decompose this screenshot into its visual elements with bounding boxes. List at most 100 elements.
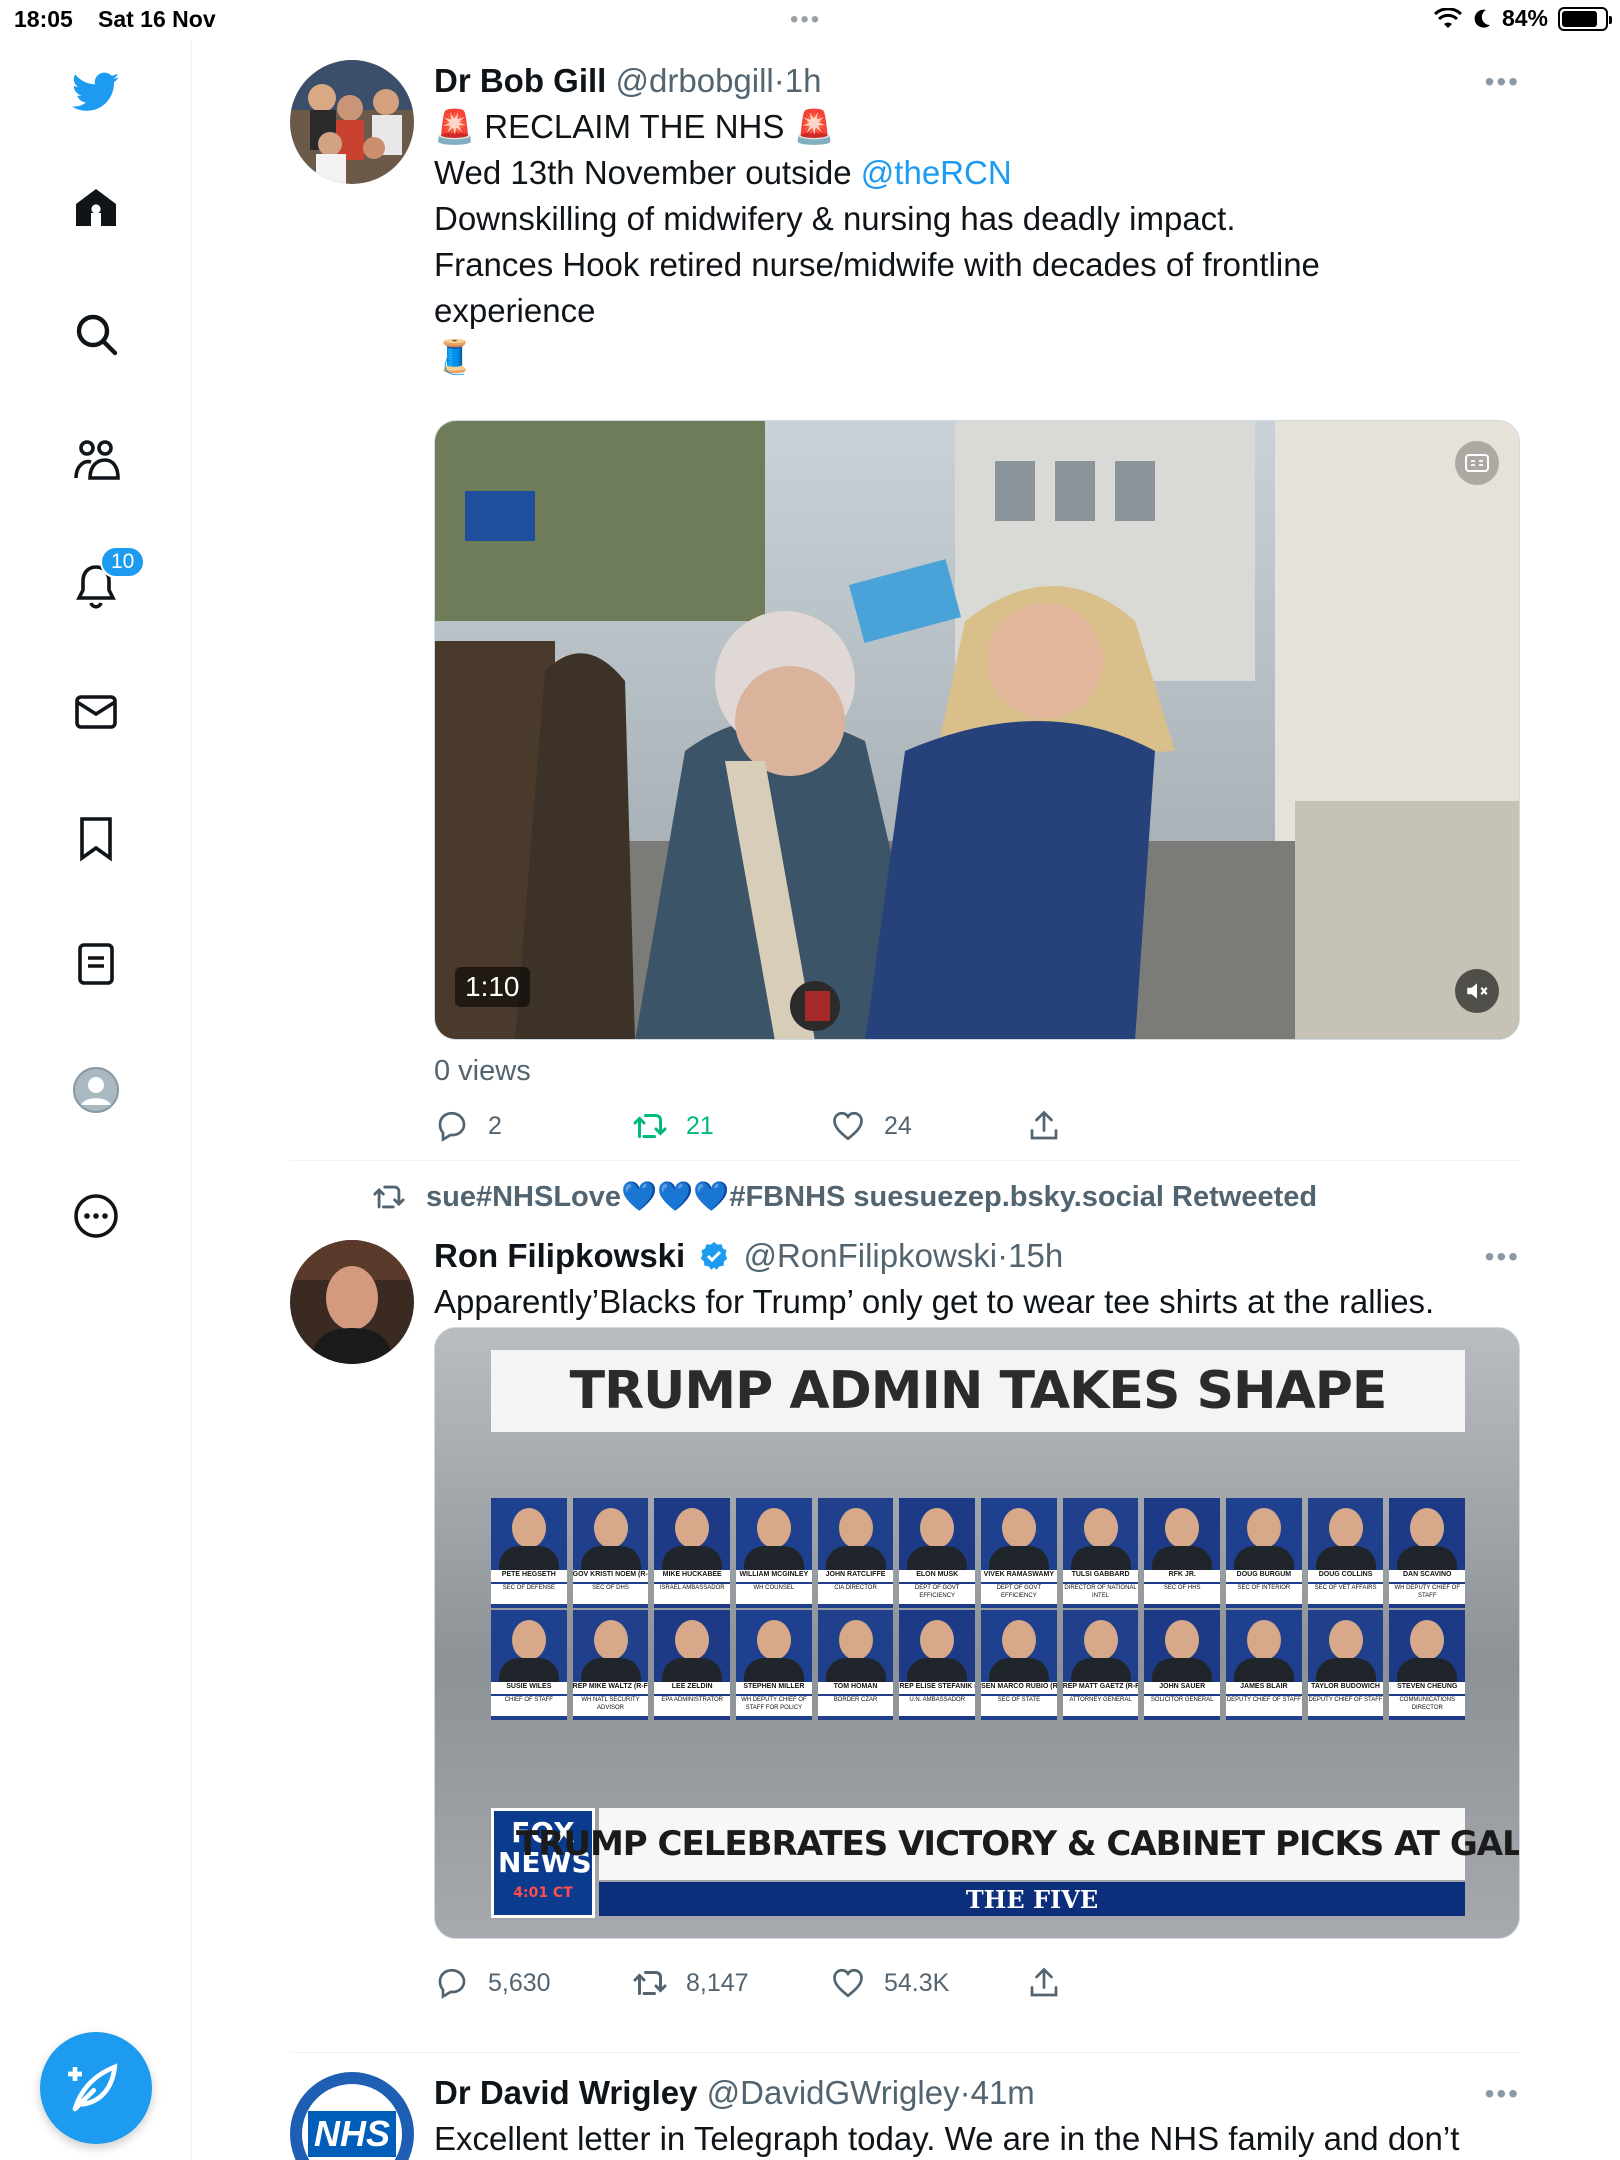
retweet-button[interactable]: 21 — [632, 1108, 714, 1144]
author-name[interactable]: Ron Filipkowski — [434, 1237, 685, 1274]
portrait-name: TOM HOMAN — [817, 1682, 894, 1694]
tweet-more-icon[interactable]: ••• — [1485, 1241, 1520, 1273]
cabinet-portrait: REP MIKE WALTZ (R-FL) WH NATL SECURITY AD… — [572, 1610, 649, 1720]
reply-button[interactable]: 5,630 — [434, 1965, 551, 2001]
portrait-face — [920, 1620, 955, 1660]
profile-avatar-icon[interactable] — [66, 1060, 126, 1120]
notifications-icon[interactable]: 10 — [66, 546, 146, 616]
avatar[interactable]: NHS — [290, 2072, 414, 2160]
messages-icon[interactable] — [66, 682, 126, 742]
portrait-face — [511, 1508, 546, 1548]
portrait-name: TULSI GABBARD — [1062, 1570, 1139, 1582]
cabinet-portrait: LEE ZELDIN EPA ADMINISTRATOR — [654, 1610, 731, 1720]
portrait-name: PETE HEGSETH — [491, 1570, 567, 1582]
avatar[interactable] — [290, 60, 414, 184]
tweet-video[interactable]: 1:10 — [434, 420, 1520, 1040]
portrait-suit — [988, 1658, 1049, 1682]
share-button[interactable] — [1026, 1965, 1062, 2001]
portrait-role: WH NATL SECURITY ADVISOR — [572, 1696, 649, 1716]
like-button[interactable]: 24 — [830, 1108, 912, 1144]
multitasking-dots-icon[interactable]: ••• — [790, 6, 821, 34]
lower-third-banner: TRUMP CELEBRATES VICTORY & CABINET PICKS… — [516, 1808, 1519, 1880]
portrait-role: CIA DIRECTOR — [817, 1584, 894, 1604]
portrait-suit — [988, 1546, 1049, 1570]
portrait-suit — [907, 1546, 968, 1570]
retweet-button[interactable]: 8,147 — [632, 1965, 749, 2001]
author-name[interactable]: Dr David Wrigley — [434, 2074, 697, 2111]
tweet-actions: 5,630 8,147 54.3K — [434, 1965, 1134, 2005]
tweet-header: Ron Filipkowski @RonFilipkowski·15h — [434, 1235, 1520, 1277]
cabinet-portrait: WILLIAM MCGINLEY WH COUNSEL — [736, 1498, 812, 1608]
compose-tweet-button[interactable] — [40, 2032, 152, 2144]
captions-icon[interactable] — [1455, 441, 1499, 485]
portrait-suit — [662, 1658, 723, 1682]
author-handle[interactable]: @RonFilipkowski — [744, 1237, 998, 1274]
cabinet-portrait: DOUG BURGUM SEC OF INTERIOR — [1226, 1498, 1302, 1608]
share-button[interactable] — [1026, 1108, 1062, 1144]
cabinet-portrait: JOHN RATCLIFFE CIA DIRECTOR — [817, 1498, 894, 1608]
cabinet-portrait: JOHN SAUER SOLICITOR GENERAL — [1144, 1610, 1221, 1720]
retweet-icon — [373, 1185, 405, 1209]
search-icon[interactable] — [66, 304, 126, 364]
portrait-role: SEC OF DHS — [572, 1584, 649, 1604]
mention-link[interactable]: @theRCN — [861, 154, 1012, 191]
sidebar: 10 — [0, 40, 192, 2160]
heart-icon — [833, 1111, 863, 1141]
portrait-face — [675, 1620, 710, 1660]
notification-badge: 10 — [100, 546, 146, 578]
portrait-suit — [1233, 1658, 1294, 1682]
tweet-more-icon[interactable]: ••• — [1485, 2078, 1520, 2110]
portrait-suit — [1397, 1546, 1458, 1570]
communities-icon[interactable] — [66, 430, 126, 490]
like-count: 24 — [884, 1111, 912, 1140]
portrait-face — [511, 1620, 546, 1660]
portrait-suit — [580, 1658, 641, 1682]
like-button[interactable]: 54.3K — [830, 1965, 949, 2001]
retweeted-by-text[interactable]: sue#NHSLove💙💙💙#FBNHS suesuezep.bsky.soci… — [426, 1180, 1317, 1214]
portrait-name: GOV KRISTI NOEM (R-SD) — [572, 1570, 649, 1582]
moon-icon — [1474, 9, 1490, 28]
portrait-suit — [825, 1546, 886, 1570]
cabinet-portrait: PETE HEGSETH SEC OF DEFENSE — [491, 1498, 567, 1608]
retweet-count: 21 — [686, 1111, 714, 1140]
avatar[interactable] — [290, 1240, 414, 1364]
portrait-role: BORDER CZAR — [817, 1696, 894, 1716]
lists-icon[interactable] — [66, 934, 126, 994]
more-icon[interactable] — [66, 1186, 126, 1246]
tweet-more-icon[interactable]: ••• — [1485, 66, 1520, 98]
portrait-face — [1410, 1508, 1445, 1548]
portrait-suit — [1152, 1546, 1213, 1570]
portrait-role: SEC OF DEFENSE — [491, 1584, 567, 1604]
wifi-icon — [1433, 7, 1462, 28]
author-handle[interactable]: @drbobgill — [616, 62, 774, 99]
cabinet-portrait: MIKE HUCKABEE ISRAEL AMBASSADOR — [654, 1498, 731, 1608]
portrait-role: ATTORNEY GENERAL — [1062, 1696, 1139, 1716]
tweet-time[interactable]: 15h — [1008, 1237, 1063, 1274]
cabinet-portrait: STEPHEN MILLER WH DEPUTY CHIEF OF STAFF F… — [736, 1610, 812, 1720]
battery-percent: 84% — [1501, 5, 1548, 31]
separator: · — [959, 2074, 971, 2111]
reply-button[interactable]: 2 — [434, 1108, 502, 1144]
author-handle[interactable]: @DavidGWrigley — [707, 2074, 960, 2111]
portrait-suit — [1397, 1658, 1458, 1682]
twitter-logo-icon[interactable] — [66, 62, 126, 122]
mute-icon[interactable] — [1455, 969, 1499, 1013]
retweeted-by-line: sue#NHSLove💙💙💙#FBNHS suesuezep.bsky.soci… — [372, 1180, 1317, 1214]
tweet-image[interactable]: TRUMP ADMIN TAKES SHAPE PETE HEGSETH SEC … — [434, 1327, 1520, 1939]
home-icon[interactable] — [66, 178, 126, 238]
tweet-time[interactable]: 41m — [971, 2074, 1035, 2111]
bookmarks-icon[interactable] — [66, 808, 126, 868]
tweet-time[interactable]: 1h — [785, 62, 822, 99]
portrait-role: U.N. AMBASSADOR — [899, 1696, 976, 1716]
portrait-name: DAN SCAVINO — [1389, 1570, 1466, 1582]
separator: · — [997, 1237, 1009, 1274]
portrait-face — [1165, 1508, 1200, 1548]
tweet-line: experience — [434, 292, 596, 329]
author-name[interactable]: Dr Bob Gill — [434, 62, 606, 99]
cabinet-portrait: REP MATT GAETZ (R-FL) ATTORNEY GENERAL — [1062, 1610, 1139, 1720]
portrait-role: DEPT OF GOVT EFFICIENCY — [981, 1584, 1057, 1604]
cabinet-portrait: TULSI GABBARD DIRECTOR OF NATIONAL INTEL — [1062, 1498, 1139, 1608]
share-icon — [1030, 1110, 1058, 1140]
portrait-role: SEC OF VET AFFAIRS — [1307, 1584, 1384, 1604]
cabinet-portrait: SUSIE WILES CHIEF OF STAFF — [491, 1610, 567, 1720]
